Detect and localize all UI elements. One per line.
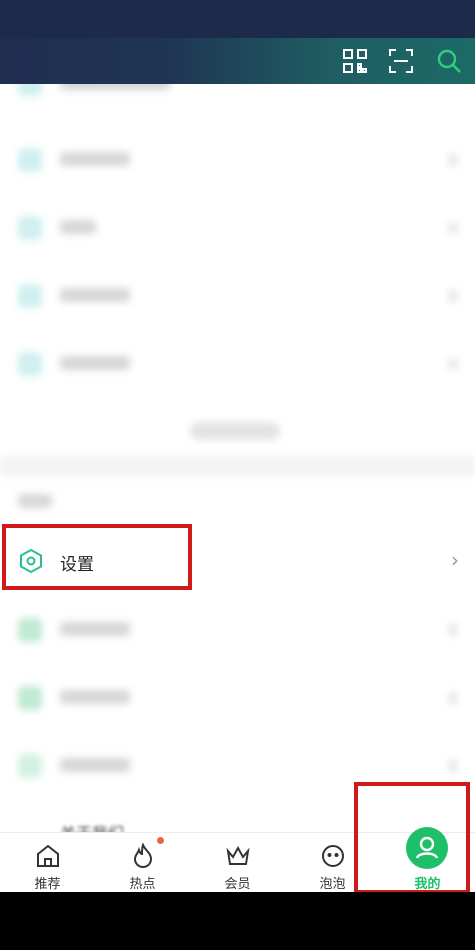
menu-item-label	[60, 288, 130, 302]
menu-item-icon	[18, 148, 42, 172]
menu-item-icon	[18, 352, 42, 376]
menu-row[interactable]	[0, 194, 475, 262]
highlight-box-settings	[2, 524, 192, 590]
menu-row[interactable]	[0, 596, 475, 664]
menu-item-icon	[18, 618, 42, 642]
menu-item-label	[60, 220, 96, 234]
top-header	[0, 38, 475, 84]
tab-recommend[interactable]: 推荐	[0, 833, 95, 893]
about-us-label[interactable]: 关于我们	[60, 820, 124, 832]
menu-item-label	[60, 84, 170, 90]
menu-item-icon	[18, 754, 42, 778]
home-icon	[35, 843, 61, 869]
chevron-right-icon	[449, 692, 457, 704]
menu-item-icon	[18, 216, 42, 240]
chevron-right-icon	[449, 358, 457, 370]
profile-menu-list: 设置 › 关于我们	[0, 84, 475, 832]
chevron-right-icon	[449, 624, 457, 636]
highlight-box-me-tab	[354, 782, 470, 894]
menu-row[interactable]	[0, 262, 475, 330]
tab-label: 推荐	[34, 877, 61, 892]
tab-label: 会员	[224, 877, 251, 892]
tab-label: 热点	[129, 877, 156, 892]
menu-row[interactable]	[0, 84, 475, 118]
notification-dot	[157, 837, 164, 844]
qr-code-icon[interactable]	[342, 48, 368, 74]
menu-item-label	[60, 622, 130, 636]
chevron-right-icon: ›	[451, 548, 459, 572]
menu-item-icon	[18, 686, 42, 710]
menu-item-label	[60, 152, 130, 166]
crown-icon	[225, 843, 251, 869]
scan-icon[interactable]	[388, 48, 414, 74]
menu-item-label	[60, 690, 130, 704]
menu-item-label	[60, 356, 130, 370]
flame-icon	[130, 842, 156, 869]
show-more-button[interactable]	[190, 422, 280, 440]
chevron-right-icon	[449, 290, 457, 302]
status-bar	[0, 0, 475, 38]
menu-row[interactable]	[0, 330, 475, 398]
system-nav-area	[0, 892, 475, 950]
menu-item-icon	[18, 284, 42, 308]
menu-row[interactable]	[0, 664, 475, 732]
chevron-right-icon	[449, 222, 457, 234]
chevron-right-icon	[449, 760, 457, 772]
menu-item-icon	[18, 84, 42, 96]
section-divider	[0, 456, 475, 476]
search-icon[interactable]	[436, 48, 462, 74]
tab-vip[interactable]: 会员	[190, 833, 285, 893]
menu-item-label	[60, 758, 130, 772]
tab-hot[interactable]: 热点	[95, 833, 190, 893]
section-title	[18, 494, 52, 508]
menu-row[interactable]	[0, 126, 475, 194]
chevron-right-icon	[449, 154, 457, 166]
bubble-face-icon	[320, 843, 346, 869]
